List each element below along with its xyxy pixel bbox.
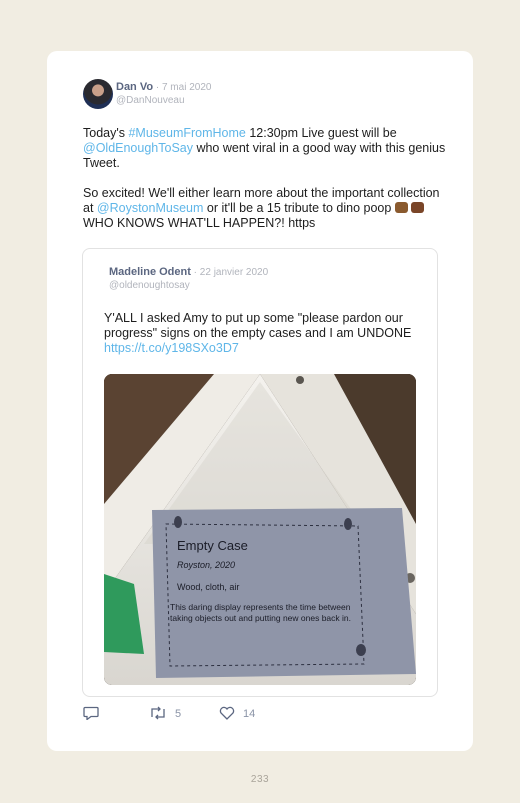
mention-link[interactable]: @OldEnoughToSay bbox=[83, 141, 193, 155]
quoted-tweet[interactable]: Madeline Odent · 22 janvier 2020 @oldeno… bbox=[82, 248, 438, 697]
author-name[interactable]: Dan Vo bbox=[116, 81, 153, 93]
tweet-actions: 5 14 bbox=[83, 706, 383, 722]
empty-case-photo: Empty Case Royston, 2020 Wood, cloth, ai… bbox=[104, 374, 416, 685]
tweet-paragraph-2: So excited! We'll either learn more abou… bbox=[83, 186, 453, 231]
sign-description: This daring display represents the time … bbox=[170, 602, 351, 623]
tweet-paragraph-1: Today's #MuseumFromHome 12:30pm Live gue… bbox=[83, 126, 453, 171]
quoted-text: Y'ALL I asked Amy to put up some "please… bbox=[104, 311, 414, 356]
quoted-handle[interactable]: @oldenoughtosay bbox=[109, 279, 268, 292]
tweet-date[interactable]: · 7 mai 2020 bbox=[153, 82, 212, 93]
text-span: 12:30pm Live guest will be bbox=[245, 126, 397, 140]
tweet-text: Today's #MuseumFromHome 12:30pm Live gue… bbox=[83, 126, 453, 246]
tweet-header: Dan Vo · 7 mai 2020 @DanNouveau bbox=[116, 81, 211, 107]
page-number: 233 bbox=[250, 774, 270, 785]
hashtag-link[interactable]: #MuseumFromHome bbox=[128, 126, 245, 140]
sign-title: Empty Case bbox=[177, 538, 248, 553]
like-count: 14 bbox=[243, 708, 256, 720]
author-handle[interactable]: @DanNouveau bbox=[116, 94, 211, 107]
quoted-photo[interactable]: Empty Case Royston, 2020 Wood, cloth, ai… bbox=[104, 374, 416, 685]
retweet-count: 5 bbox=[175, 708, 182, 720]
media-link[interactable]: https://t.co/y198SXo3D7 bbox=[104, 341, 239, 355]
quoted-header: Madeline Odent · 22 janvier 2020 @oldeno… bbox=[109, 266, 268, 292]
text-span: WHO KNOWS WHAT'LL HAPPEN?! https bbox=[83, 216, 316, 230]
text-span: Today's bbox=[83, 126, 129, 140]
text-span: or it'll be a 15 tribute to dino poop bbox=[203, 201, 395, 215]
sign-description-box: This daring display represents the time … bbox=[170, 602, 351, 623]
heart-icon[interactable] bbox=[219, 706, 235, 723]
sign-line-2: Wood, cloth, air bbox=[177, 582, 239, 592]
tweet-card: Dan Vo · 7 mai 2020 @DanNouveau Today's … bbox=[47, 51, 473, 751]
dinosaur-emoji-icon bbox=[394, 202, 408, 213]
author-avatar[interactable] bbox=[83, 79, 113, 109]
quoted-author-name[interactable]: Madeline Odent bbox=[109, 266, 191, 278]
quoted-date[interactable]: · 22 janvier 2020 bbox=[191, 267, 269, 278]
mention-link[interactable]: @RoystonMuseum bbox=[97, 201, 203, 215]
sign-line-1: Royston, 2020 bbox=[177, 560, 235, 570]
text-span: Y'ALL I asked Amy to put up some "please… bbox=[104, 311, 412, 340]
reply-icon[interactable] bbox=[83, 706, 99, 723]
poop-emoji-icon bbox=[411, 202, 425, 213]
retweet-icon[interactable] bbox=[149, 706, 167, 723]
